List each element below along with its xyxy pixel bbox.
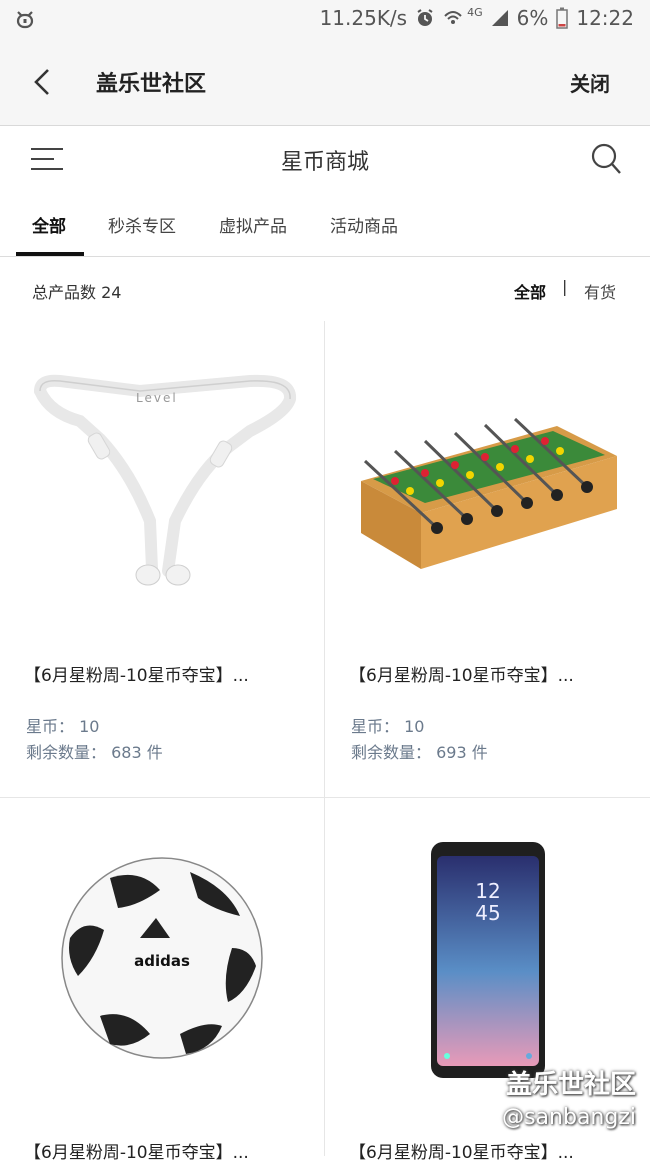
tab-event-products[interactable]: 活动商品 <box>330 212 398 237</box>
network-type: 4G <box>467 6 483 19</box>
phone-clock-minute: 45 <box>475 901 500 925</box>
battery-percent: 6% <box>516 6 549 30</box>
product-card[interactable]: Level 【6月星粉周-10星币夺宝】... 星币： 10 剩余数量： 683… <box>0 321 324 797</box>
app-title: 盖乐世社区 <box>96 71 207 97</box>
product-title: 【6月星粉周-10星币夺宝】... <box>24 666 249 686</box>
filter-row: 总产品数 24 全部 | 有货 <box>0 257 650 321</box>
product-title: 【6月星粉周-10星币夺宝】... <box>349 666 574 686</box>
search-icon[interactable] <box>590 142 622 176</box>
app-header: 盖乐世社区 关闭 <box>0 40 650 126</box>
product-stock: 剩余数量： 683 件 <box>26 743 163 762</box>
tab-flash-sale[interactable]: 秒杀专区 <box>108 212 176 237</box>
product-coin-price: 星币： 10 <box>351 717 425 736</box>
wifi-icon <box>444 11 462 24</box>
active-tab-indicator <box>16 252 84 256</box>
product-image-soccer-ball: adidas <box>0 798 324 1118</box>
phone-clock-hour: 12 <box>475 879 500 903</box>
product-stock: 剩余数量： 693 件 <box>351 743 488 762</box>
product-card[interactable]: adidas 【6月星粉周-10星币夺宝】... <box>0 798 324 1163</box>
product-title: 【6月星粉周-10星币夺宝】... <box>349 1143 574 1163</box>
tab-virtual-products[interactable]: 虚拟产品 <box>219 212 287 237</box>
back-arrow-icon[interactable] <box>28 66 58 98</box>
tab-all[interactable]: 全部 <box>32 212 66 237</box>
ball-brand-text: adidas <box>134 952 190 970</box>
product-image-earphones: Level <box>0 321 324 641</box>
filter-all-button[interactable]: 全部 <box>514 279 546 303</box>
battery-icon <box>556 7 569 29</box>
watermark-handle: @sanbangzi <box>502 1105 636 1130</box>
watermark: 盖乐世社区 @sanbangzi <box>502 1064 636 1130</box>
alarm-icon <box>417 9 433 26</box>
product-image-foosball <box>325 321 649 641</box>
filter-in-stock-button[interactable]: 有货 <box>584 279 616 303</box>
status-bar: 11.25K/s 4G 6% 12:22 <box>0 0 650 40</box>
close-button[interactable]: 关闭 <box>570 68 610 97</box>
signal-icon <box>491 10 508 26</box>
product-coin-price: 星币： 10 <box>26 717 100 736</box>
earphone-brand-text: Level <box>136 391 178 405</box>
category-tabs: 全部 秒杀专区 虚拟产品 活动商品 <box>0 192 650 257</box>
watermark-name: 盖乐世社区 <box>505 1070 636 1100</box>
total-product-count: 总产品数 24 <box>32 283 122 302</box>
filter-separator: | <box>562 277 568 296</box>
store-title: 星币商城 <box>280 150 369 175</box>
notification-app-icon <box>16 11 34 29</box>
clock: 12:22 <box>576 6 634 30</box>
network-speed: 11.25K/s <box>319 6 408 30</box>
store-bar: 星币商城 <box>0 126 650 192</box>
product-card[interactable]: 【6月星粉周-10星币夺宝】... 星币： 10 剩余数量： 693 件 <box>325 321 649 797</box>
product-title: 【6月星粉周-10星币夺宝】... <box>24 1143 249 1163</box>
